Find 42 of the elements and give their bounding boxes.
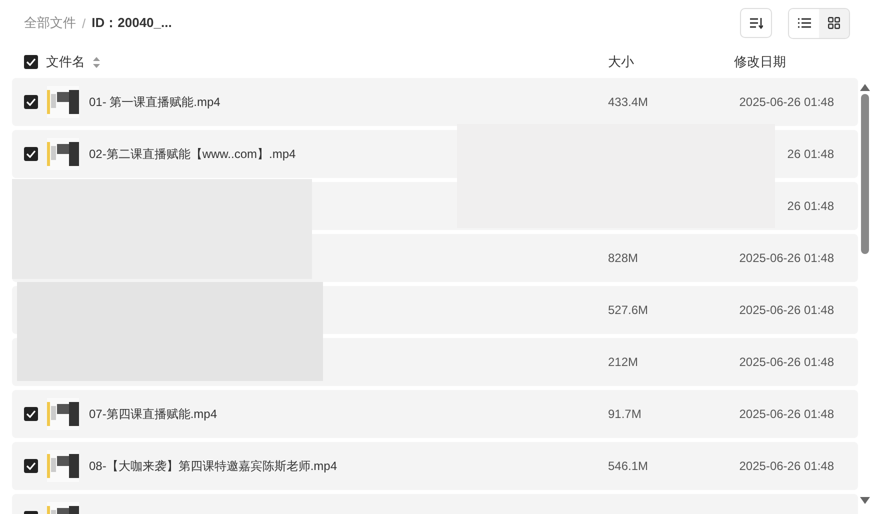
file-row[interactable]: 08-【大咖来袭】第四课特邀嘉宾陈斯老师.mp4 546.1M 2025-06-26 01:48 [12,442,858,490]
grid-icon [828,17,840,29]
breadcrumb-item[interactable]: 全部文件 [24,14,76,32]
column-header[interactable]: 文件名 [46,53,85,71]
breadcrumb-item: ID：20040_... [92,14,172,32]
column-header: 修改日期 [734,53,787,71]
file-name[interactable]: 08-【大咖来袭】第四课特邀嘉宾陈斯老师.mp4 [89,458,338,474]
file-size: 828M [608,251,640,265]
file-name[interactable]: 01- 第一课直播赋能.mp4 [89,94,220,110]
row-checkbox[interactable] [24,407,38,421]
file-size: 433.4M [608,95,650,109]
modified-date: 2025-06-26 01:48 [738,407,834,421]
modified-date: 26 01:48 [786,199,834,213]
modified-date: 2025-06-26 01:48 [738,355,834,369]
modified-date: 2025-06-26 01:48 [738,251,834,265]
modified-date: 26 01:48 [786,147,834,161]
sort-button[interactable] [740,8,772,38]
list-icon [798,18,810,28]
breadcrumb-separator: / [82,16,86,30]
scroll-up-icon[interactable] [860,84,870,91]
sort-icon [749,17,763,29]
file-size: 546.1M [608,459,650,473]
scrollbar[interactable] [860,84,870,504]
scrollbar-thumb[interactable] [861,94,869,254]
row-checkbox[interactable] [24,147,38,161]
file-name[interactable]: 02-第二课直播赋能【www..com】.mp4 [89,146,296,162]
column-header: 大小 [608,53,635,71]
file-row[interactable]: 01- 第一课直播赋能.mp4 433.4M 2025-06-26 01:48 [12,78,858,126]
file-name[interactable]: 07-第四课直播赋能.mp4 [89,406,218,422]
file-size: 212M [608,355,640,369]
list-view-button[interactable] [789,8,819,38]
select-all-checkbox[interactable] [24,55,38,69]
row-checkbox[interactable] [24,459,38,473]
modified-date: 2025-06-26 01:48 [738,459,834,473]
file-size: 527.6M [608,303,650,317]
scroll-down-icon[interactable] [860,497,870,504]
row-checkbox[interactable] [24,95,38,109]
file-row[interactable]: 07-第四课直播赋能.mp4 91.7M 2025-06-26 01:48 [12,390,858,438]
modified-date: 2025-06-26 01:48 [738,95,834,109]
modified-date: 2025-06-26 01:48 [738,303,834,317]
sort-arrows-icon[interactable] [93,56,100,68]
file-size: 91.7M [608,407,642,421]
